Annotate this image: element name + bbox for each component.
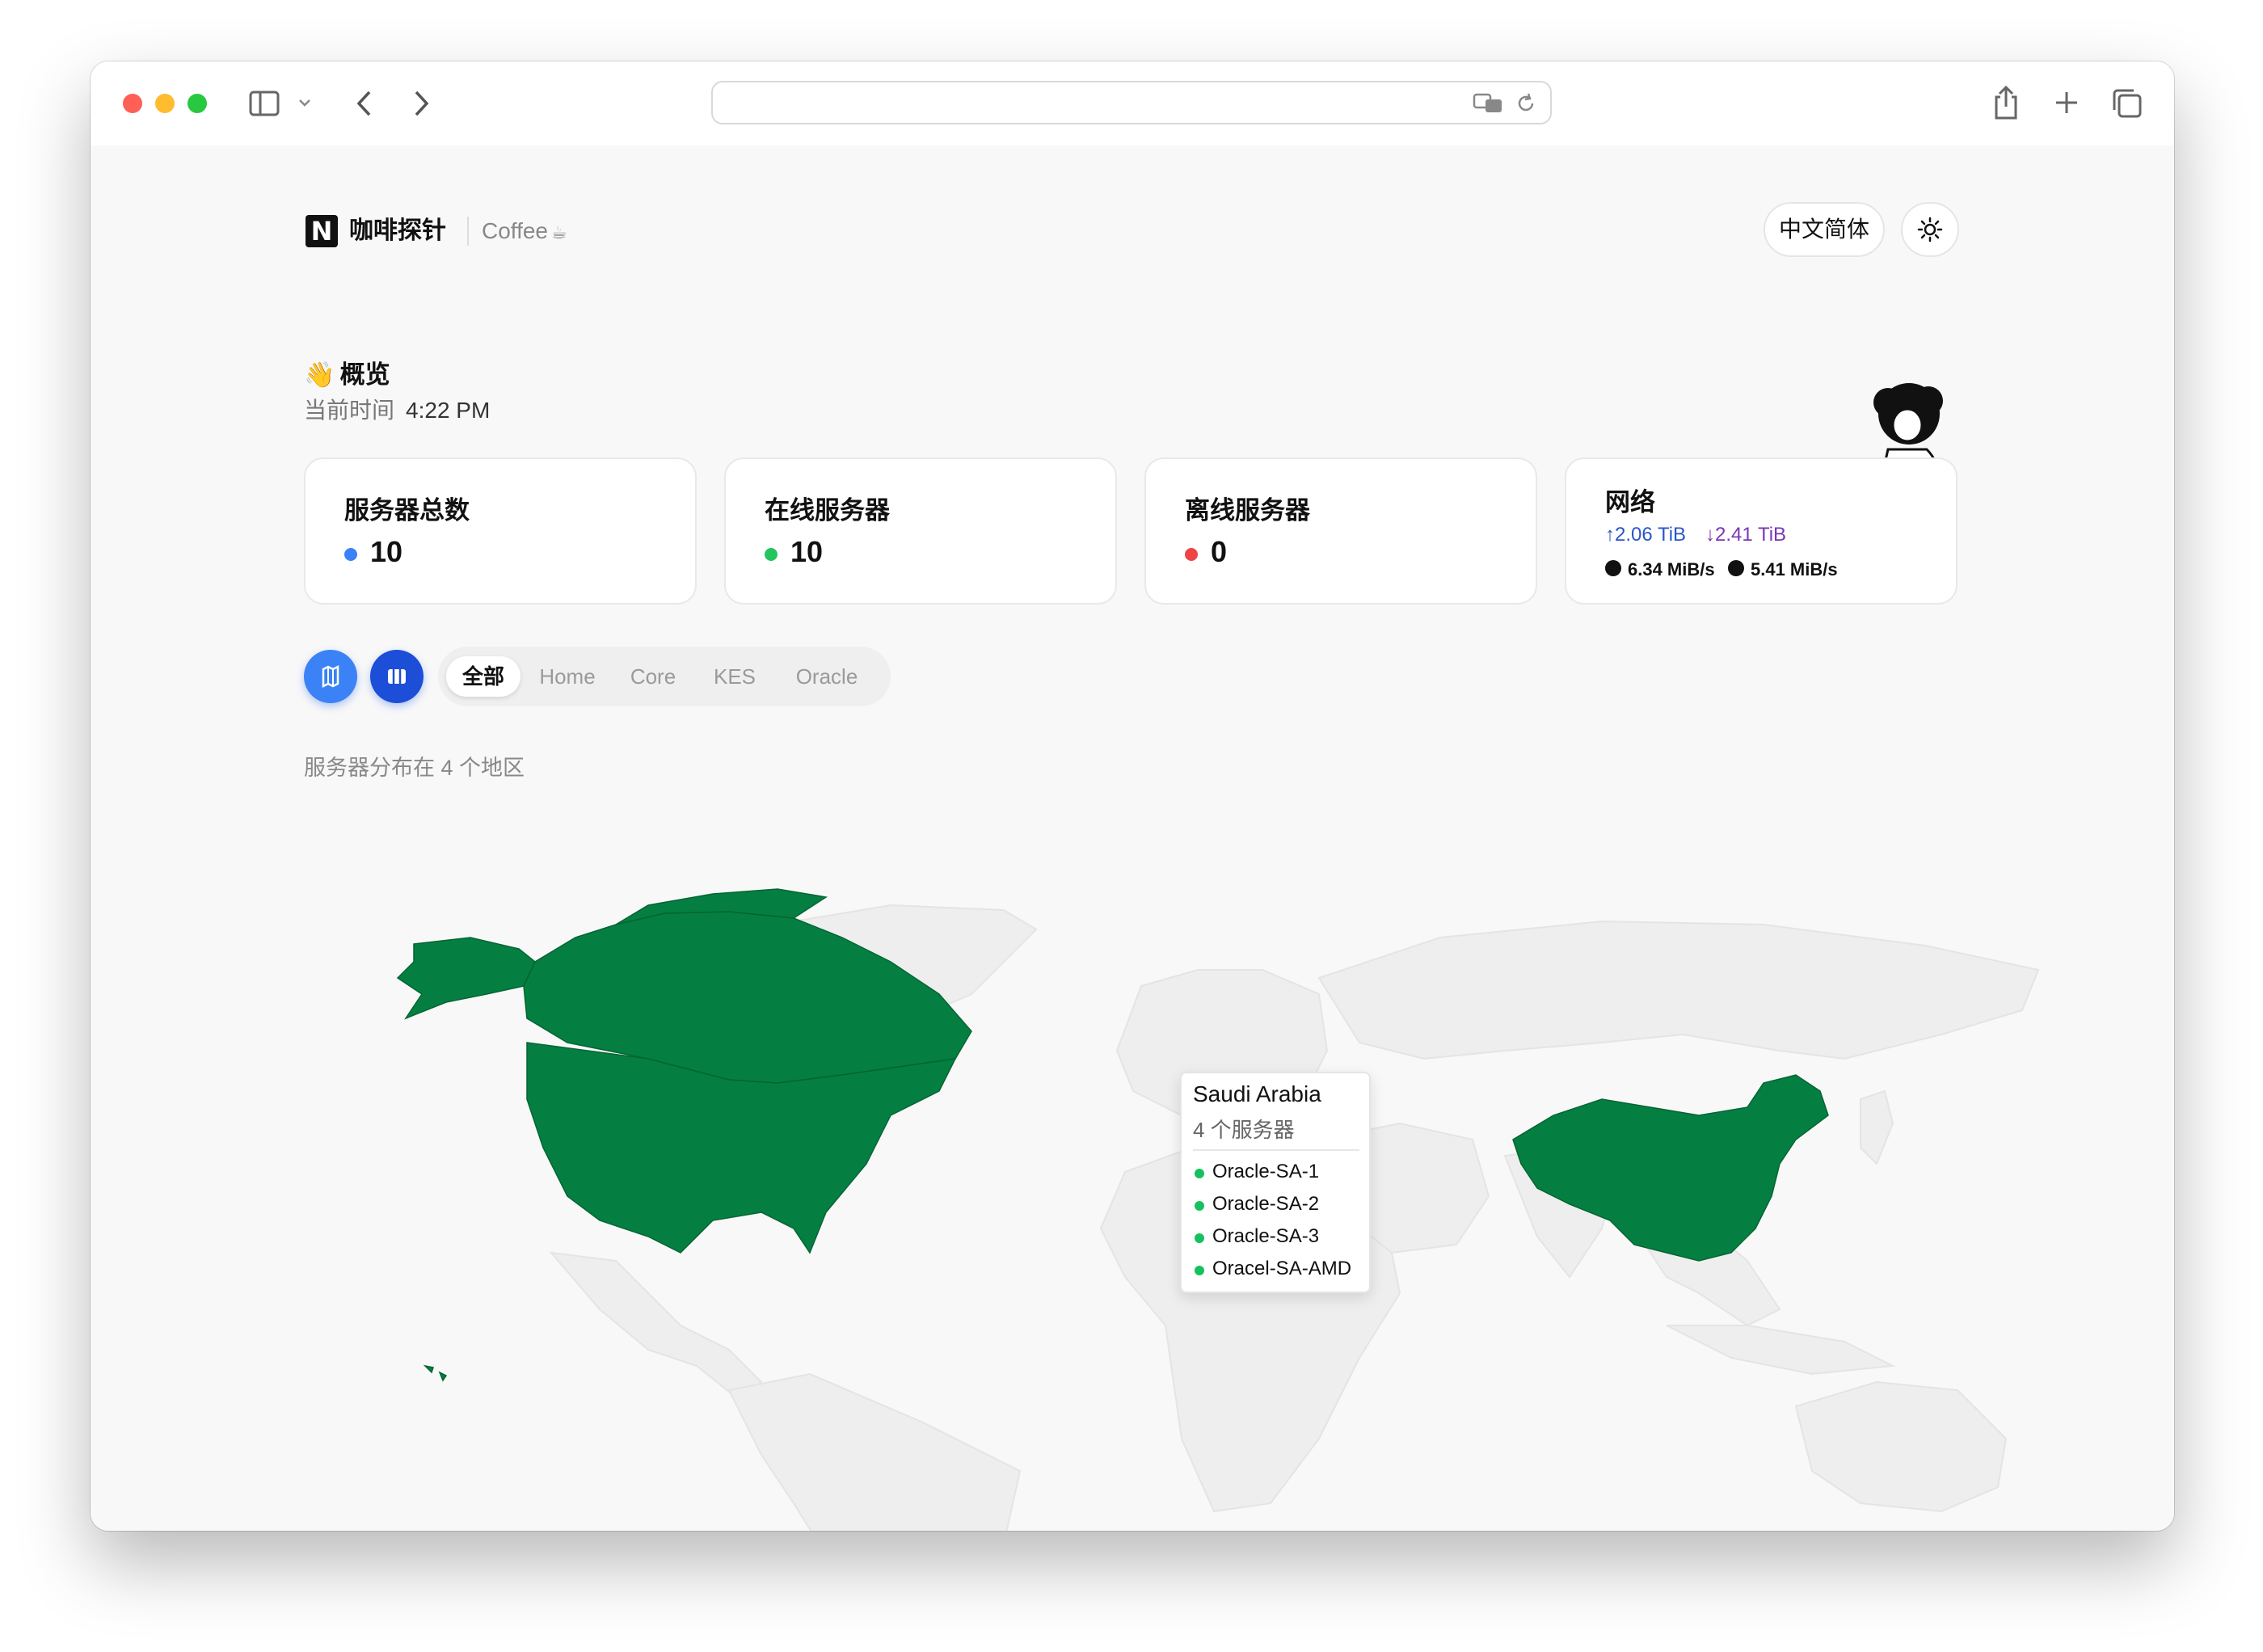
indonesia-region bbox=[1666, 1325, 1896, 1376]
tab-core[interactable]: Core bbox=[622, 656, 684, 697]
map-tooltip: Saudi Arabia 4 个服务器 Oracle-SA-1 Oracle-S… bbox=[1180, 1072, 1371, 1293]
japan-region bbox=[1860, 1089, 1894, 1165]
reload-icon[interactable] bbox=[1515, 92, 1537, 115]
map-view-button[interactable] bbox=[304, 650, 357, 703]
chevron-down-icon[interactable] bbox=[297, 97, 312, 108]
share-icon[interactable] bbox=[1991, 84, 2021, 121]
sidebar-toggle-icon[interactable] bbox=[249, 91, 281, 116]
current-time-value: 4:22 PM bbox=[406, 398, 491, 423]
status-dot bbox=[765, 548, 778, 561]
russia-asia-region bbox=[1317, 920, 2040, 1060]
browser-toolbar bbox=[91, 61, 2174, 146]
card-value: 0 bbox=[1211, 535, 1228, 568]
theme-toggle-button[interactable] bbox=[1901, 202, 1959, 257]
card-total-servers[interactable]: 服务器总数 10 bbox=[304, 457, 697, 605]
translate-icon[interactable] bbox=[1473, 92, 1505, 115]
current-time: 当前时间 4:22 PM bbox=[304, 394, 490, 427]
card-title: 网络 bbox=[1605, 488, 1655, 516]
card-title: 在线服务器 bbox=[765, 496, 890, 525]
brand-logo[interactable]: N bbox=[306, 215, 338, 247]
upload-speed: 6.34 MiB/s bbox=[1628, 559, 1715, 579]
overview-heading: 👋 概览 bbox=[304, 357, 390, 393]
tab-overview-icon[interactable] bbox=[2111, 87, 2143, 120]
tab-all[interactable]: 全部 bbox=[446, 656, 520, 697]
overview-title-text: 概览 bbox=[339, 360, 390, 389]
card-offline-servers[interactable]: 离线服务器 0 bbox=[1144, 457, 1537, 605]
tooltip-server-item: Oracle-SA-3 bbox=[1212, 1225, 1320, 1247]
tooltip-server-item: Oracle-SA-1 bbox=[1212, 1161, 1320, 1182]
hawaii-region bbox=[423, 1364, 448, 1382]
download-speed-icon bbox=[1728, 560, 1744, 576]
address-bar[interactable] bbox=[711, 81, 1552, 124]
tooltip-count: 4 个服务器 bbox=[1193, 1118, 1295, 1142]
page-content: N 咖啡探针 Coffee☕ 中文简体 👋概览 当前时间4:22 PM 服 bbox=[91, 145, 2174, 1531]
brand-subtitle-text: Coffee bbox=[482, 218, 548, 243]
map-icon bbox=[322, 664, 339, 689]
tab-kes[interactable]: KES bbox=[705, 656, 765, 697]
card-title: 离线服务器 bbox=[1185, 496, 1310, 525]
waving-hand-icon: 👋 bbox=[304, 360, 335, 389]
card-title: 服务器总数 bbox=[344, 496, 470, 525]
upload-total: ↑2.06 TiB bbox=[1605, 524, 1687, 546]
current-time-label: 当前时间 bbox=[304, 398, 395, 423]
tab-home[interactable]: Home bbox=[530, 656, 605, 697]
mexico-region bbox=[549, 1251, 763, 1400]
status-dot bbox=[1185, 548, 1198, 561]
download-total: ↓2.41 TiB bbox=[1705, 524, 1787, 546]
tab-oracle[interactable]: Oracle bbox=[782, 656, 871, 697]
new-tab-icon[interactable] bbox=[2053, 89, 2080, 116]
alaska-region bbox=[396, 937, 536, 1020]
forward-icon[interactable] bbox=[411, 89, 432, 118]
download-speed: 5.41 MiB/s bbox=[1751, 559, 1838, 579]
card-value: 10 bbox=[370, 535, 403, 568]
back-icon[interactable] bbox=[354, 89, 375, 118]
browser-window: N 咖啡探针 Coffee☕ 中文简体 👋概览 当前时间4:22 PM 服 bbox=[91, 61, 2174, 1531]
card-network[interactable]: 网络 ↑2.06 TiB ↓2.41 TiB 6.34 MiB/s 5.41 M… bbox=[1565, 457, 1957, 605]
tooltip-server-item: Oracel-SA-AMD bbox=[1212, 1258, 1352, 1279]
region-summary: 服务器分布在 4 个地区 bbox=[304, 756, 525, 780]
brand-subtitle: Coffee ☕ bbox=[482, 213, 567, 251]
tooltip-divider bbox=[1193, 1149, 1359, 1151]
minimize-window-button[interactable] bbox=[155, 94, 175, 113]
tooltip-country: Saudi Arabia bbox=[1193, 1081, 1321, 1106]
zoom-window-button[interactable] bbox=[188, 94, 207, 113]
columns-icon bbox=[388, 669, 406, 684]
brand-name[interactable]: 咖啡探针 bbox=[349, 213, 446, 249]
group-tabs: 全部 Home Core KES Oracle bbox=[438, 647, 891, 706]
online-dot bbox=[1195, 1169, 1204, 1178]
online-dot bbox=[1195, 1266, 1204, 1275]
brand-divider bbox=[467, 217, 469, 246]
online-dot bbox=[1195, 1201, 1204, 1211]
tooltip-server-item: Oracle-SA-2 bbox=[1212, 1193, 1320, 1215]
grid-view-button[interactable] bbox=[370, 650, 424, 703]
card-value: 10 bbox=[790, 535, 824, 568]
australia-region bbox=[1794, 1380, 2008, 1513]
close-window-button[interactable] bbox=[123, 94, 142, 113]
online-dot bbox=[1195, 1233, 1204, 1243]
language-switch-button[interactable]: 中文简体 bbox=[1764, 202, 1885, 257]
south-america-region bbox=[727, 1372, 1022, 1531]
card-online-servers[interactable]: 在线服务器 10 bbox=[724, 457, 1117, 605]
sun-icon bbox=[1917, 217, 1943, 242]
coffee-cup-icon: ☕ bbox=[551, 222, 567, 242]
upload-speed-icon bbox=[1605, 560, 1621, 576]
status-dot bbox=[344, 548, 357, 561]
